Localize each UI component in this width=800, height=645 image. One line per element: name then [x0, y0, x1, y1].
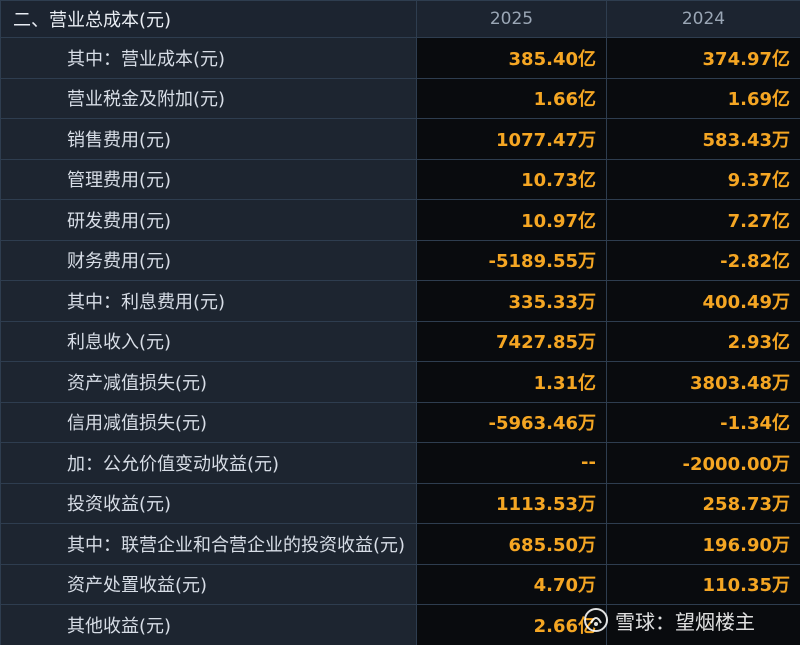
table-row[interactable]: 其中：联营企业和合营企业的投资收益(元) 685.50万 196.90万: [0, 523, 800, 565]
row-label: 利息收入(元): [0, 320, 417, 362]
table-row[interactable]: 营业税金及附加(元) 1.66亿 1.69亿: [0, 77, 800, 119]
value-2024: 583.43万: [606, 118, 800, 160]
table-row[interactable]: 销售费用(元) 1077.47万 583.43万: [0, 118, 800, 160]
value-2025: 1077.47万: [416, 118, 607, 160]
row-label: 管理费用(元): [0, 158, 417, 200]
value-2025: 4.70万: [416, 563, 607, 605]
value-2024: 9.37亿: [606, 158, 800, 200]
value-2024: -2.82亿: [606, 239, 800, 281]
value-2025: 1.66亿: [416, 77, 607, 119]
table-header-row: 二、营业总成本(元) 2025 2024: [0, 0, 800, 38]
value-2025: 7427.85万: [416, 320, 607, 362]
value-2025: 1.31亿: [416, 361, 607, 403]
value-2025: 10.97亿: [416, 199, 607, 241]
row-label: 营业税金及附加(元): [0, 77, 417, 119]
value-2025: 2.66亿: [416, 604, 607, 645]
value-2024: -2000.00万: [606, 442, 800, 484]
row-label: 投资收益(元): [0, 482, 417, 524]
table-row[interactable]: 财务费用(元) -5189.55万 -2.82亿: [0, 239, 800, 281]
value-2024: 2.93亿: [606, 320, 800, 362]
row-label: 资产处置收益(元): [0, 563, 417, 605]
value-2024: 258.73万: [606, 482, 800, 524]
cost-table: 二、营业总成本(元) 2025 2024 其中：营业成本(元) 385.40亿 …: [0, 0, 800, 645]
table-row[interactable]: 资产处置收益(元) 4.70万 110.35万: [0, 563, 800, 605]
watermark-text: 雪球：望烟楼主: [615, 609, 755, 634]
table-row[interactable]: 利息收入(元) 7427.85万 2.93亿: [0, 320, 800, 362]
table-row[interactable]: 管理费用(元) 10.73亿 9.37亿: [0, 158, 800, 200]
table-row[interactable]: 其中：利息费用(元) 335.33万 400.49万: [0, 280, 800, 322]
column-header-2024[interactable]: 2024: [606, 0, 800, 38]
value-2025: 10.73亿: [416, 158, 607, 200]
value-2024: 400.49万: [606, 280, 800, 322]
value-2024: 110.35万: [606, 563, 800, 605]
table-row[interactable]: 投资收益(元) 1113.53万 258.73万: [0, 482, 800, 524]
value-2025: 335.33万: [416, 280, 607, 322]
row-label: 其他收益(元): [0, 604, 417, 645]
value-2024: 3803.48万: [606, 361, 800, 403]
table-row[interactable]: 研发费用(元) 10.97亿 7.27亿: [0, 199, 800, 241]
table-row[interactable]: 其中：营业成本(元) 385.40亿 374.97亿: [0, 37, 800, 79]
value-2024: 374.97亿: [606, 37, 800, 79]
row-label: 其中：联营企业和合营企业的投资收益(元): [0, 523, 417, 565]
row-label: 加：公允价值变动收益(元): [0, 442, 417, 484]
value-2024: 196.90万: [606, 523, 800, 565]
value-2025: 685.50万: [416, 523, 607, 565]
value-2025: 1113.53万: [416, 482, 607, 524]
row-label: 财务费用(元): [0, 239, 417, 281]
table-row[interactable]: 信用减值损失(元) -5963.46万 -1.34亿: [0, 401, 800, 443]
value-2024: -1.34亿: [606, 401, 800, 443]
section-title: 二、营业总成本(元): [0, 0, 417, 38]
table-row[interactable]: 加：公允价值变动收益(元) -- -2000.00万: [0, 442, 800, 484]
value-2025: -5189.55万: [416, 239, 607, 281]
value-2025: -5963.46万: [416, 401, 607, 443]
xueqiu-logo-icon: [583, 607, 609, 633]
value-2025: --: [416, 442, 607, 484]
xueqiu-watermark: 雪球：望烟楼主: [583, 600, 755, 640]
row-label: 研发费用(元): [0, 199, 417, 241]
column-header-2025[interactable]: 2025: [416, 0, 607, 38]
row-label: 信用减值损失(元): [0, 401, 417, 443]
row-label: 销售费用(元): [0, 118, 417, 160]
financial-table-view: 二、营业总成本(元) 2025 2024 其中：营业成本(元) 385.40亿 …: [0, 0, 800, 645]
row-label: 资产减值损失(元): [0, 361, 417, 403]
table-row[interactable]: 资产减值损失(元) 1.31亿 3803.48万: [0, 361, 800, 403]
row-label: 其中：利息费用(元): [0, 280, 417, 322]
value-2024: 1.69亿: [606, 77, 800, 119]
value-2024: 7.27亿: [606, 199, 800, 241]
value-2025: 385.40亿: [416, 37, 607, 79]
row-label: 其中：营业成本(元): [0, 37, 417, 79]
